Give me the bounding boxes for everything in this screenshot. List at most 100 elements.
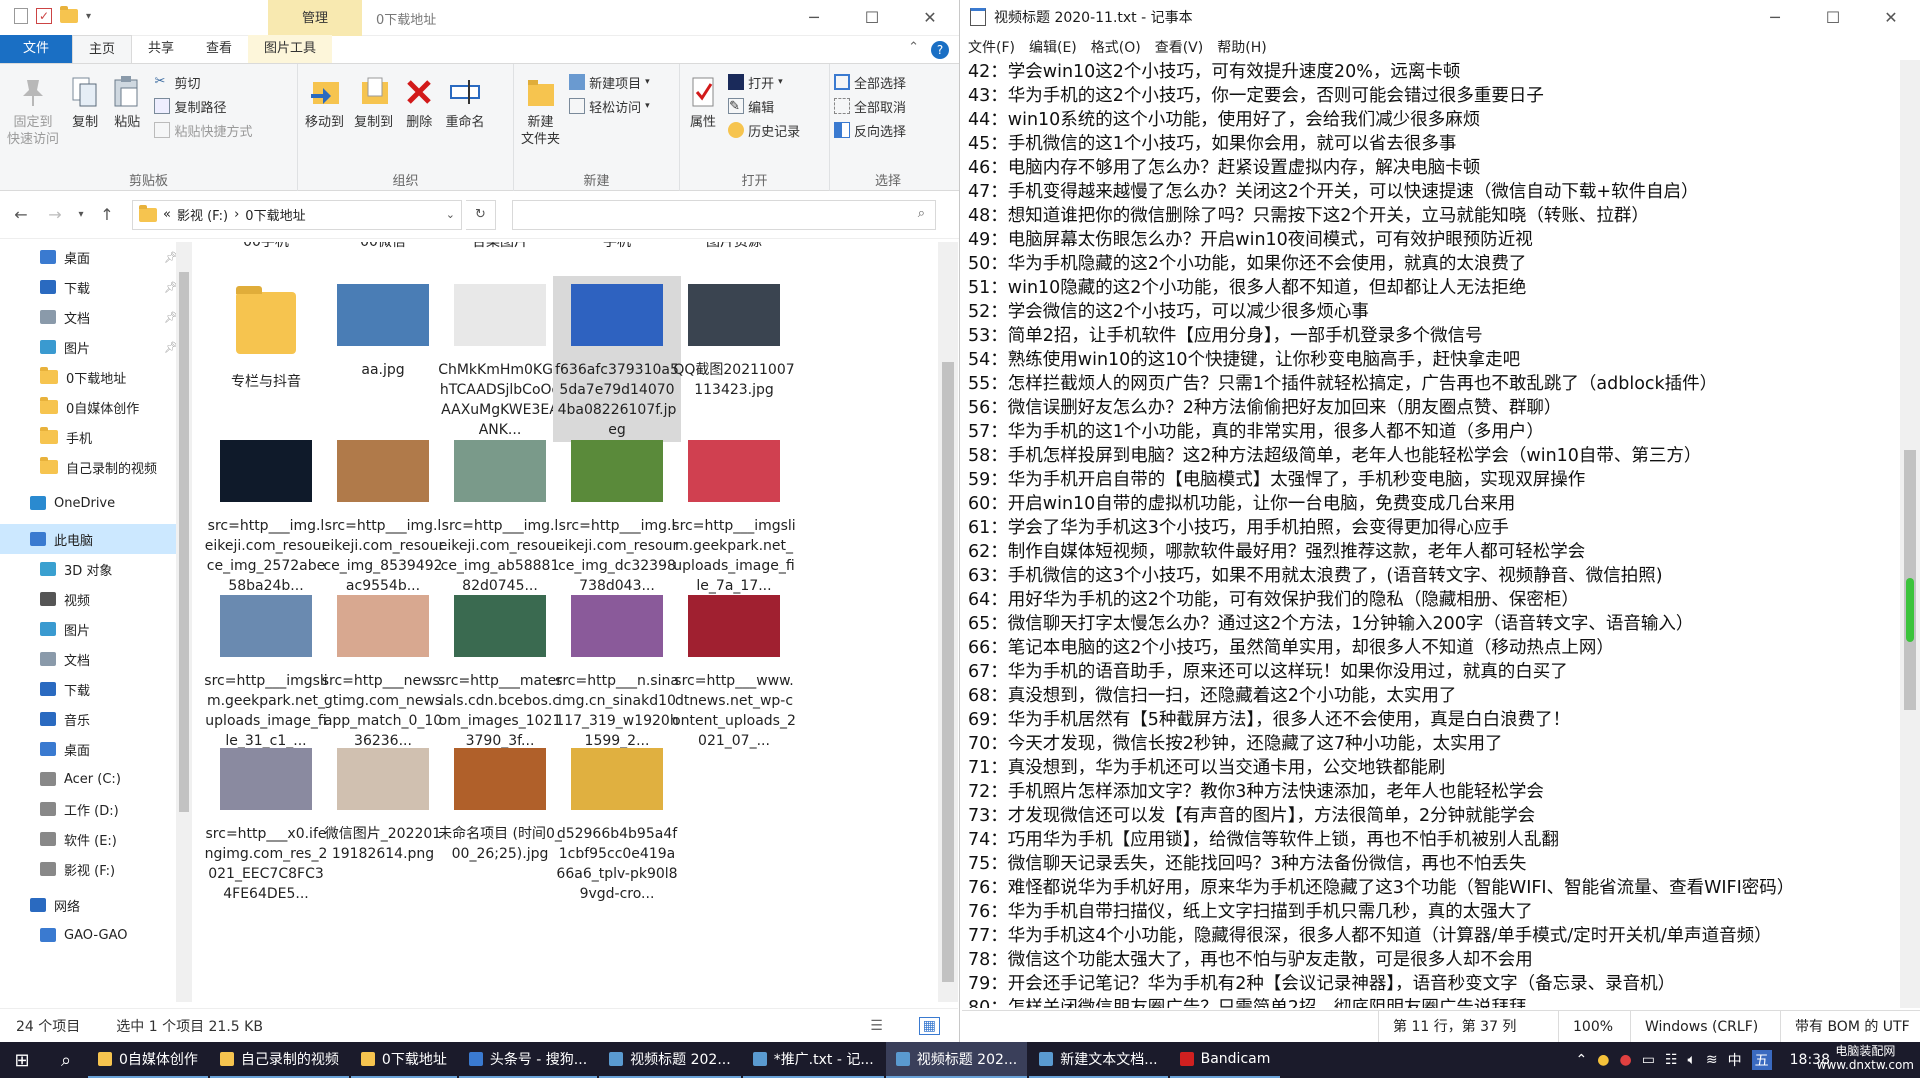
wifi-icon[interactable]: ≋ xyxy=(1706,1052,1718,1068)
copy-to-button[interactable]: 复制到 xyxy=(354,70,393,131)
breadcrumb-drive[interactable]: 影视 (F:) xyxy=(177,205,228,224)
up-arrow-icon[interactable]: ↑ xyxy=(92,205,122,224)
notepad-close-button[interactable]: ✕ xyxy=(1862,0,1920,34)
nav-item[interactable]: 文档 xyxy=(0,644,192,674)
image-file-tile[interactable]: src=http___news.gtimg.com_newsapp_match_… xyxy=(319,587,447,749)
image-file-tile[interactable]: src=http___img.leikeji.com_resource_img_… xyxy=(436,432,564,594)
nav-item[interactable]: GAO-GAO xyxy=(0,920,192,950)
network-icon[interactable]: ☷ xyxy=(1665,1052,1678,1068)
select-none-button[interactable]: 全部取消 xyxy=(834,94,942,118)
details-view-icon[interactable]: ☰ xyxy=(870,1018,883,1034)
image-file-tile[interactable]: src=http___materials.cdn.bcebos.com_imag… xyxy=(436,587,564,749)
menu-format[interactable]: 格式(O) xyxy=(1091,37,1141,57)
image-file-tile[interactable]: src=http___www.dtnews.net_wp-content_upl… xyxy=(670,587,798,749)
open-button[interactable]: 打开 ▾ xyxy=(728,70,800,94)
select-all-button[interactable]: 全部选择 xyxy=(834,70,942,94)
image-file-tile[interactable]: ChMkKmHm0KGlfhTCAADSjlbCoOoAAXuMgKWE3EAA… xyxy=(436,276,564,442)
taskbar-item[interactable]: Bandicam xyxy=(1169,1042,1281,1078)
taskbar-item[interactable]: *推广.txt - 记... xyxy=(742,1042,884,1078)
grid-scroll-thumb[interactable] xyxy=(942,362,954,982)
nav-item[interactable]: 手机 xyxy=(0,422,192,452)
help-icon[interactable]: ? xyxy=(931,41,949,59)
nav-item[interactable]: 下载 📌︎ xyxy=(0,272,192,302)
pin-quick-access-button[interactable]: 固定到 快速访问 xyxy=(7,70,59,148)
large-icons-view-icon[interactable]: ▦ xyxy=(918,1016,940,1035)
taskbar-item[interactable]: 头条号 - 搜狗... xyxy=(458,1042,598,1078)
copy-path-button[interactable]: 复制路径 xyxy=(154,94,252,118)
image-file-tile[interactable]: f636afc379310a55da7e79d140704ba08226107f… xyxy=(553,276,681,442)
tab-share[interactable]: 共享 xyxy=(132,35,190,63)
nav-item[interactable]: 工作 (D:) xyxy=(0,794,192,824)
menu-help[interactable]: 帮助(H) xyxy=(1217,37,1266,57)
ime-language[interactable]: 中 xyxy=(1728,1050,1742,1070)
nav-item[interactable]: 桌面 📌︎ xyxy=(0,242,192,272)
copy-button[interactable]: 复制 xyxy=(69,70,101,131)
easy-access-button[interactable]: 轻松访问 ▾ xyxy=(569,94,650,118)
nav-item[interactable]: 图片 📌︎ xyxy=(0,332,192,362)
paste-shortcut-button[interactable]: 粘贴快捷方式 xyxy=(154,118,252,142)
minimize-button[interactable]: ─ xyxy=(785,0,843,34)
nav-item[interactable]: 0自媒体创作 xyxy=(0,392,192,422)
taskbar-search-icon[interactable]: ⌕ xyxy=(44,1050,88,1071)
nav-item[interactable]: Acer (C:) xyxy=(0,764,192,794)
nav-item[interactable]: 自己录制的视频 xyxy=(0,452,192,482)
menu-edit[interactable]: 编辑(E) xyxy=(1029,37,1077,57)
image-file-tile[interactable]: src=http___img.leikeji.com_resource_img_… xyxy=(202,432,330,594)
collapse-ribbon-icon[interactable]: ⌃ xyxy=(908,40,919,55)
back-arrow-icon[interactable]: ← xyxy=(6,205,36,224)
tray-app-icon[interactable]: ● xyxy=(1619,1052,1631,1068)
file-tile[interactable]: 合集图片 xyxy=(436,242,564,252)
start-windows-icon[interactable]: ⊞ xyxy=(0,1050,44,1071)
notepad-maximize-button[interactable]: ☐ xyxy=(1804,0,1862,34)
file-tile[interactable]: 00手机 xyxy=(202,242,330,252)
volume-icon[interactable]: 🔈︎ xyxy=(1688,1052,1696,1068)
close-button[interactable]: ✕ xyxy=(901,0,959,34)
notepad-scrollbar[interactable] xyxy=(1900,60,1920,1008)
file-grid-scrollbar[interactable] xyxy=(938,242,958,1002)
file-tile[interactable]: 00微信 xyxy=(319,242,447,252)
menu-view[interactable]: 查看(V) xyxy=(1155,37,1204,57)
breadcrumb-folder[interactable]: 0下载地址 xyxy=(245,205,305,224)
nav-item[interactable]: 此电脑 xyxy=(0,524,192,554)
image-file-tile[interactable]: src=http___x0.ifengimg.com_res_2021_EEC7… xyxy=(202,740,330,902)
image-file-tile[interactable]: src=http___imgslim.geekpark.net_uploads_… xyxy=(670,432,798,594)
manage-context-tab[interactable]: 管理 xyxy=(268,0,362,36)
nav-item[interactable]: 音乐 xyxy=(0,704,192,734)
taskbar-item[interactable]: 自己录制的视频 xyxy=(209,1042,349,1078)
nav-item[interactable]: 桌面 xyxy=(0,734,192,764)
edit-button[interactable]: ✎ 编辑 xyxy=(728,94,800,118)
properties-check-icon[interactable]: ✓ xyxy=(36,8,52,24)
image-file-tile[interactable]: aa.jpg xyxy=(319,276,447,442)
nav-item[interactable]: 软件 (E:) xyxy=(0,824,192,854)
nav-item[interactable]: 文档 📌︎ xyxy=(0,302,192,332)
rename-button[interactable]: 重命名 xyxy=(445,70,484,131)
breadcrumb-separator[interactable]: › xyxy=(234,207,239,222)
tab-home[interactable]: 主页 xyxy=(72,35,133,63)
nav-item[interactable]: 视频 xyxy=(0,584,192,614)
tab-file[interactable]: 文件 xyxy=(0,35,72,63)
image-file-tile[interactable]: src=http___n.sinaimg.cn_sinakd10117_319_… xyxy=(553,587,681,749)
cut-button[interactable]: ✂ 剪切 xyxy=(154,70,252,94)
refresh-button[interactable]: ↻ xyxy=(466,199,496,230)
nav-item[interactable]: 图片 xyxy=(0,614,192,644)
image-file-tile[interactable]: src=http___img.leikeji.com_resource_img_… xyxy=(319,432,447,594)
maximize-button[interactable]: ☐ xyxy=(843,0,901,34)
taskbar-item[interactable]: 新建文本文档... xyxy=(1029,1042,1168,1078)
menu-file[interactable]: 文件(F) xyxy=(968,37,1015,57)
taskbar-item[interactable]: 视频标题 202... xyxy=(599,1042,741,1078)
invert-selection-button[interactable]: 反向选择 xyxy=(834,118,942,142)
image-file-tile[interactable]: src=http___img.leikeji.com_resource_img_… xyxy=(553,432,681,594)
search-input[interactable]: ⌕ xyxy=(512,199,936,230)
tab-picture-tools[interactable]: 图片工具 xyxy=(248,35,333,63)
paste-button[interactable]: 粘贴 xyxy=(111,70,143,131)
notepad-text-area[interactable]: 42：学会win10这2个小技巧，可有效提升速度20%，远离卡顿 43：华为手机的… xyxy=(962,60,1900,1008)
new-item-button[interactable]: 新建项目 ▾ xyxy=(569,70,650,94)
tab-view[interactable]: 查看 xyxy=(190,35,248,63)
nav-item[interactable]: 3D 对象 xyxy=(0,554,192,584)
battery-icon[interactable]: ▭ xyxy=(1642,1052,1655,1068)
ime-mode[interactable]: 五 xyxy=(1751,1050,1772,1070)
image-file-tile[interactable]: 未命名项目 (时间0_00_26;25).jpg xyxy=(436,740,564,890)
nav-item[interactable]: 网络 xyxy=(0,890,192,920)
address-input[interactable]: « 影视 (F:) › 0下载地址 ⌄ xyxy=(132,199,462,230)
file-tile[interactable]: 图片资源 xyxy=(670,242,798,252)
